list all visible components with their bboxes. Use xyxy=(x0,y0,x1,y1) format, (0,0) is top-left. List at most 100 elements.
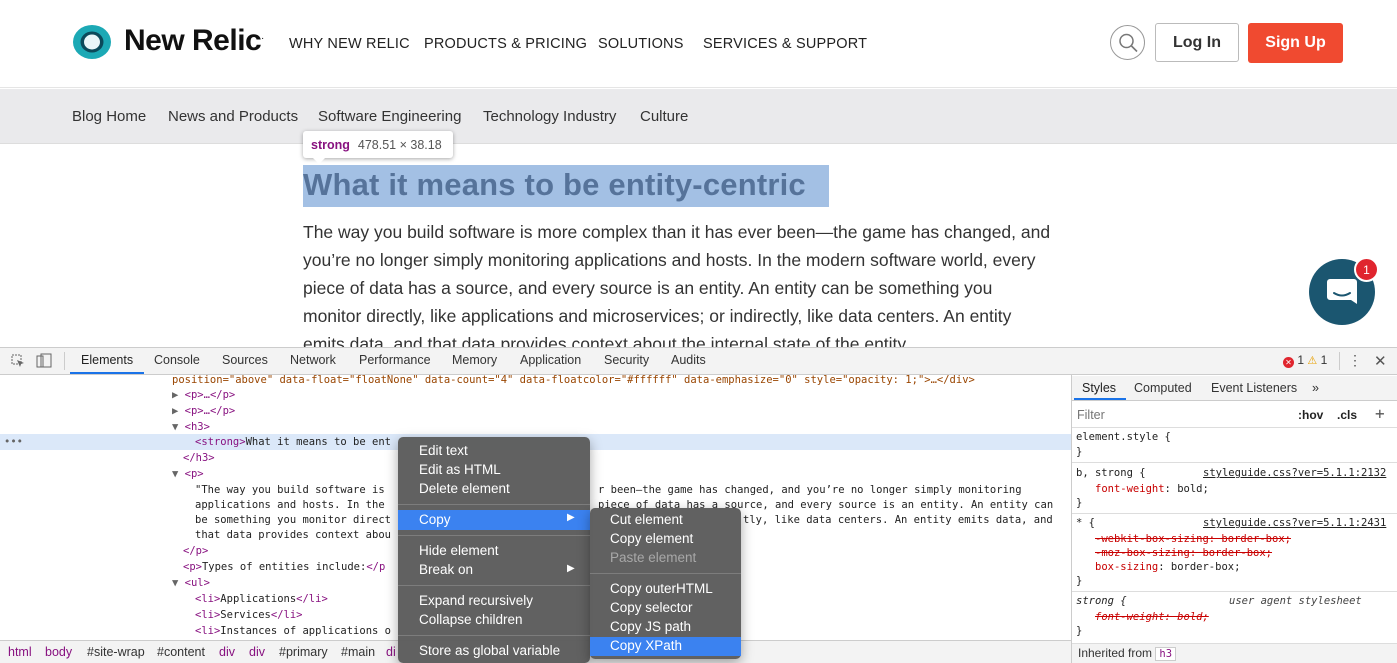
menu-expand-recursively[interactable]: Expand recursively xyxy=(419,593,533,608)
blog-nav-software-engineering[interactable]: Software Engineering xyxy=(318,108,461,125)
dom-line[interactable]: ▼ <h3> xyxy=(172,419,210,435)
rule-source: user agent stylesheet xyxy=(1229,595,1362,607)
blog-nav-home[interactable]: Blog Home xyxy=(72,108,146,125)
nav-why-new-relic[interactable]: WHY NEW RELIC xyxy=(289,36,410,52)
dom-line[interactable]: </h3> xyxy=(183,450,215,466)
dom-text[interactable]: tly, like data centers. An entity emits … xyxy=(743,512,1053,528)
search-button[interactable] xyxy=(1110,25,1145,60)
tab-audits[interactable]: Audits xyxy=(671,353,706,367)
signup-button[interactable]: Sign Up xyxy=(1248,23,1343,63)
blog-nav-culture[interactable]: Culture xyxy=(640,108,688,125)
tab-performance[interactable]: Performance xyxy=(359,353,431,367)
breadcrumb-item[interactable]: html xyxy=(8,645,32,659)
tab-security[interactable]: Security xyxy=(604,353,649,367)
breadcrumb-item[interactable]: #site-wrap xyxy=(87,645,145,659)
nav-services-support[interactable]: SERVICES & SUPPORT xyxy=(703,36,867,52)
menu-break-on[interactable]: Break on xyxy=(419,562,473,577)
tab-computed[interactable]: Computed xyxy=(1134,381,1192,395)
style-property-overridden[interactable]: -webkit-box-sizing: border-box; xyxy=(1095,533,1291,545)
dom-line[interactable]: <li>Services</li> xyxy=(195,607,302,623)
menu-edit-as-html[interactable]: Edit as HTML xyxy=(419,462,501,477)
breadcrumb-item[interactable]: #main xyxy=(341,645,375,659)
menu-collapse-children[interactable]: Collapse children xyxy=(419,612,523,627)
breadcrumb-item[interactable]: div xyxy=(219,645,235,659)
dom-text[interactable]: be something you monitor direct xyxy=(195,512,391,528)
tab-styles[interactable]: Styles xyxy=(1082,381,1116,395)
rule-selector[interactable]: strong { xyxy=(1076,595,1127,607)
dom-line[interactable]: </p> xyxy=(183,543,208,559)
login-button[interactable]: Log In xyxy=(1155,23,1239,62)
more-tabs-icon[interactable]: » xyxy=(1312,381,1319,395)
dom-line[interactable]: <li>Applications</li> xyxy=(195,591,328,607)
menu-delete-element[interactable]: Delete element xyxy=(419,481,510,496)
tab-elements[interactable]: Elements xyxy=(81,353,133,367)
dom-line[interactable]: ▶ <p>…</p> xyxy=(172,403,235,419)
menu-separator xyxy=(398,585,590,586)
menu-copy-js-path[interactable]: Copy JS path xyxy=(610,619,691,634)
console-counts[interactable]: ✕ 1 ⚠ 1 xyxy=(1283,353,1327,368)
tab-network[interactable]: Network xyxy=(290,353,336,367)
more-options-icon[interactable]: ⋮ xyxy=(1348,353,1362,367)
styles-filter-input[interactable] xyxy=(1077,406,1287,424)
menu-copy-element[interactable]: Copy element xyxy=(610,531,693,546)
submenu-arrow-icon: ▶ xyxy=(567,563,575,574)
rule-source-link[interactable]: styleguide.css?ver=5.1.1:2132 xyxy=(1203,467,1386,479)
rule-close: } xyxy=(1076,497,1083,509)
style-property[interactable]: font-weight: bold; xyxy=(1095,483,1209,495)
style-property-overridden[interactable]: -moz-box-sizing: border-box; xyxy=(1095,547,1272,559)
blog-nav-technology-industry[interactable]: Technology Industry xyxy=(483,108,616,125)
dom-text[interactable]: applications and hosts. In the xyxy=(195,497,385,513)
cls-toggle[interactable]: .cls xyxy=(1337,408,1357,422)
menu-cut-element[interactable]: Cut element xyxy=(610,512,683,527)
menu-copy-xpath[interactable]: Copy XPath xyxy=(610,638,682,653)
nav-products-pricing[interactable]: PRODUCTS & PRICING xyxy=(424,36,587,52)
dom-line[interactable]: ▼ <p> xyxy=(172,466,204,482)
menu-store-global-variable[interactable]: Store as global variable xyxy=(419,643,560,658)
tab-application[interactable]: Application xyxy=(520,353,581,367)
dom-text[interactable]: that data provides context abou xyxy=(195,527,391,543)
dom-line[interactable]: ▶ <p>…</p> xyxy=(172,387,235,403)
new-relic-logo-icon[interactable] xyxy=(72,24,112,60)
dom-line[interactable]: position="above" data-float="floatNone" … xyxy=(172,375,975,388)
close-devtools-icon[interactable]: ✕ xyxy=(1374,352,1387,370)
logo-text[interactable]: New Relic. xyxy=(124,24,264,58)
rule-selector[interactable]: * { xyxy=(1076,517,1095,529)
tab-event-listeners[interactable]: Event Listeners xyxy=(1211,381,1297,395)
dom-text[interactable]: r been—the game has changed, and you’re … xyxy=(598,482,1022,498)
rule-source-link[interactable]: styleguide.css?ver=5.1.1:2431 xyxy=(1203,517,1386,529)
rule-selector[interactable]: b, strong { xyxy=(1076,467,1146,479)
tooltip-dimensions: 478.51 × 38.18 xyxy=(357,137,442,152)
dom-line[interactable]: <li>Instances of applications o xyxy=(195,623,391,639)
menu-separator xyxy=(398,535,590,536)
inherited-label: Inherited from h3 xyxy=(1078,646,1177,661)
breadcrumb-item[interactable]: body xyxy=(45,645,72,659)
breadcrumb-item[interactable]: #primary xyxy=(279,645,328,659)
dom-text[interactable]: "The way you build software is xyxy=(195,482,385,498)
tab-memory[interactable]: Memory xyxy=(452,353,497,367)
article-body: The way you build software is more compl… xyxy=(303,218,1103,348)
blog-nav-news-products[interactable]: News and Products xyxy=(168,108,298,125)
tooltip-arrow xyxy=(312,157,326,164)
device-toolbar-icon[interactable] xyxy=(36,353,52,373)
hov-toggle[interactable]: :hov xyxy=(1298,408,1323,422)
tab-console[interactable]: Console xyxy=(154,353,200,367)
rule-selector[interactable]: element.style { xyxy=(1076,431,1171,443)
nav-solutions[interactable]: SOLUTIONS xyxy=(598,36,684,52)
article-line: monitor directly, like applications and … xyxy=(303,306,1012,326)
breadcrumb-item[interactable]: #content xyxy=(157,645,205,659)
new-rule-icon[interactable]: + xyxy=(1375,404,1385,423)
inspect-element-icon[interactable] xyxy=(11,354,25,373)
menu-copy-outerhtml[interactable]: Copy outerHTML xyxy=(610,581,713,596)
menu-copy[interactable]: Copy xyxy=(419,512,451,527)
breadcrumb-item[interactable]: div xyxy=(249,645,265,659)
inherited-tag[interactable]: h3 xyxy=(1155,647,1177,661)
menu-hide-element[interactable]: Hide element xyxy=(419,543,499,558)
dom-line[interactable]: ▼ <ul> xyxy=(172,575,210,591)
menu-copy-selector[interactable]: Copy selector xyxy=(610,600,693,615)
tab-sources[interactable]: Sources xyxy=(222,353,268,367)
dom-line[interactable]: <p>Types of entities include:</p xyxy=(183,559,385,575)
style-property[interactable]: box-sizing: border-box; xyxy=(1095,561,1240,573)
rule-close: } xyxy=(1076,575,1083,587)
menu-edit-text[interactable]: Edit text xyxy=(419,443,468,458)
breadcrumb-item[interactable]: di xyxy=(386,645,396,659)
